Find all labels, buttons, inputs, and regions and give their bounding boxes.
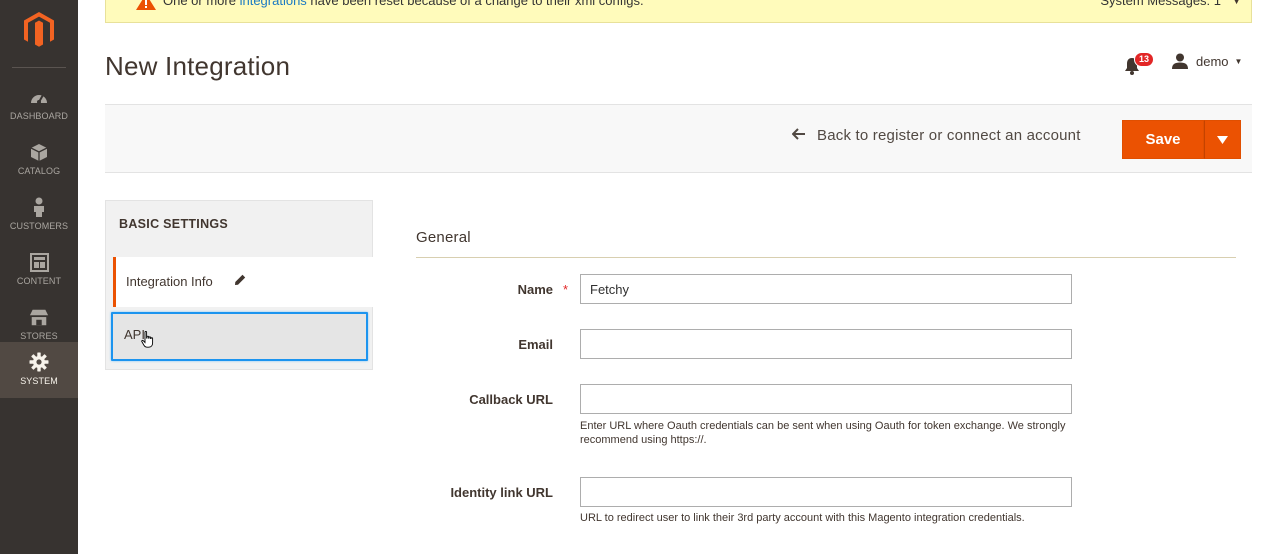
- section-title-general: General: [416, 229, 471, 246]
- save-options-toggle[interactable]: [1204, 120, 1241, 159]
- message-text-part: One or more: [163, 0, 240, 8]
- magento-logo-icon[interactable]: [0, 8, 78, 52]
- tab-label: Integration Info: [126, 274, 213, 289]
- name-label: Name: [517, 282, 553, 297]
- required-asterisk: *: [563, 282, 569, 297]
- email-label: Email: [518, 337, 553, 352]
- sidebar-item-label: STORES: [20, 331, 58, 341]
- name-field[interactable]: [580, 274, 1072, 304]
- message-text-part: have been reset because of a change to t…: [306, 0, 644, 8]
- callback-url-field[interactable]: [580, 384, 1072, 414]
- notifications-button[interactable]: 13: [1124, 52, 1155, 75]
- layout-icon: [29, 252, 49, 272]
- box-icon: [29, 142, 49, 162]
- page-title: New Integration: [105, 51, 291, 81]
- sidebar-item-catalog[interactable]: CATALOG: [0, 132, 78, 187]
- arrow-left-icon: [791, 127, 805, 144]
- save-split-button: Save: [1122, 120, 1241, 159]
- sidebar-item-label: SYSTEM: [20, 376, 58, 386]
- user-icon: [1172, 53, 1188, 69]
- sidebar-item-customers[interactable]: CUSTOMERS: [0, 187, 78, 242]
- tabs-title: BASIC SETTINGS: [119, 217, 229, 231]
- integrations-link[interactable]: integrations: [240, 0, 307, 8]
- hand-cursor-icon: [141, 331, 154, 353]
- callback-url-note: Enter URL where Oauth credentials can be…: [580, 420, 1066, 446]
- user-account-menu[interactable]: demo ▼: [1172, 53, 1242, 69]
- section-divider: [416, 257, 1236, 258]
- pencil-icon: [234, 273, 246, 291]
- sidebar-item-label: DASHBOARD: [10, 111, 68, 121]
- identity-link-url-note: URL to redirect user to link their 3rd p…: [580, 512, 1025, 524]
- sidebar-item-system[interactable]: SYSTEM: [0, 342, 78, 398]
- gear-icon: [29, 352, 49, 372]
- back-button[interactable]: Back to register or connect an account: [791, 127, 1081, 144]
- page-actions-bar: Back to register or connect an account S…: [105, 104, 1252, 173]
- tab-integration-info[interactable]: Integration Info: [113, 257, 373, 307]
- sidebar-item-label: CONTENT: [16, 276, 62, 286]
- system-message-bar: One or more integrations have been reset…: [105, 0, 1252, 23]
- email-field[interactable]: [580, 329, 1072, 359]
- caret-down-icon: [1217, 135, 1228, 144]
- warning-icon: [136, 0, 156, 13]
- system-messages-toggle[interactable]: System Messages: 1: [1100, 0, 1221, 8]
- chevron-down-icon: ▼: [1234, 56, 1243, 66]
- callback-url-label: Callback URL: [469, 392, 553, 407]
- sidebar-item-label: CUSTOMERS: [9, 221, 69, 231]
- sidebar-item-label: CATALOG: [17, 166, 61, 176]
- identity-link-url-label: Identity link URL: [450, 485, 553, 500]
- notifications-count-badge: 13: [1134, 52, 1155, 67]
- person-icon: [29, 197, 49, 217]
- logo-divider: [12, 67, 66, 68]
- identity-link-url-field[interactable]: [580, 477, 1072, 507]
- system-message-text: One or more integrations have been reset…: [163, 0, 644, 8]
- store-icon: [29, 307, 49, 327]
- user-name: demo: [1196, 53, 1229, 69]
- sidebar-item-content[interactable]: CONTENT: [0, 242, 78, 297]
- dashboard-icon: [29, 87, 49, 107]
- chevron-down-icon[interactable]: ▼: [1232, 0, 1241, 6]
- sidebar-item-dashboard[interactable]: DASHBOARD: [0, 77, 78, 132]
- admin-sidebar: DASHBOARD CATALOG CUSTOMERS CONTENT STOR…: [0, 0, 78, 554]
- save-button[interactable]: Save: [1122, 120, 1204, 159]
- back-button-label: Back to register or connect an account: [817, 127, 1081, 144]
